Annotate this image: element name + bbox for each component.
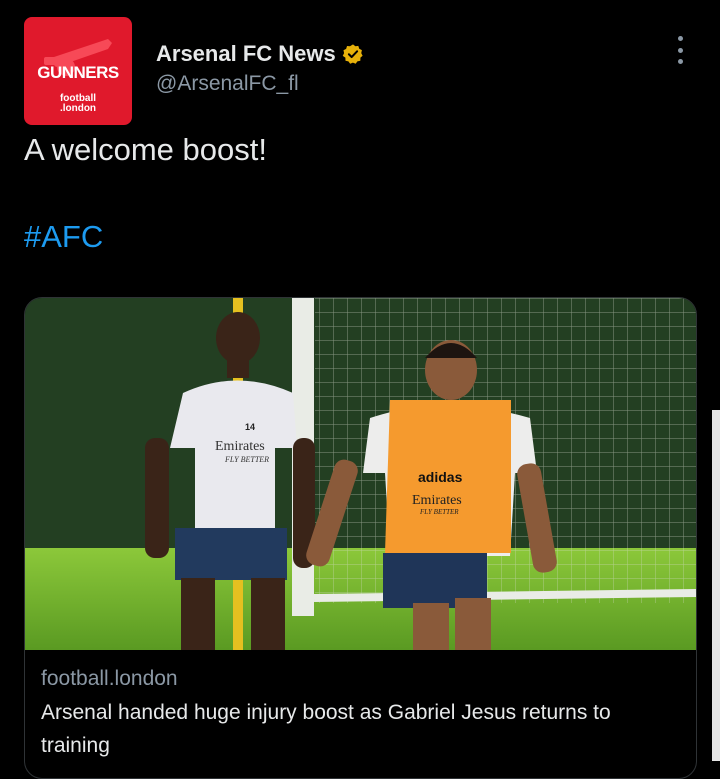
kit-left-sponsor: Emirates (215, 439, 265, 454)
card-domain: football.london (41, 667, 178, 690)
card-title[interactable]: Arsenal handed huge injury boost as Gabr… (41, 696, 681, 762)
avatar-brand-text: GUNNERS (37, 63, 119, 82)
verified-badge-icon[interactable] (342, 43, 364, 65)
bib-sponsor: Emirates (412, 493, 462, 508)
author-name-row: Arsenal FC News (156, 41, 364, 67)
bib-brand: adidas (418, 469, 463, 485)
kit-number: 14 (245, 422, 255, 432)
more-options-icon[interactable] (670, 36, 690, 64)
kit-left-tagline: FLY BETTER (224, 455, 269, 464)
avatar-sub-text: football .london (59, 93, 97, 114)
card-image[interactable]: 14 Emirates FLY BETTER adidas Emirates F… (25, 298, 696, 650)
hashtag-link[interactable]: #AFC (24, 219, 103, 255)
bib-tagline: FLY BETTER (419, 508, 459, 516)
link-preview-card[interactable]: 14 Emirates FLY BETTER adidas Emirates F… (24, 297, 697, 779)
author-handle[interactable]: @ArsenalFC_fl (156, 72, 299, 96)
author-display-name[interactable]: Arsenal FC News (156, 41, 336, 67)
author-avatar[interactable]: GUNNERS football .london (24, 17, 132, 125)
tweet-text: A welcome boost! (24, 132, 267, 167)
scrollbar[interactable] (712, 410, 720, 761)
